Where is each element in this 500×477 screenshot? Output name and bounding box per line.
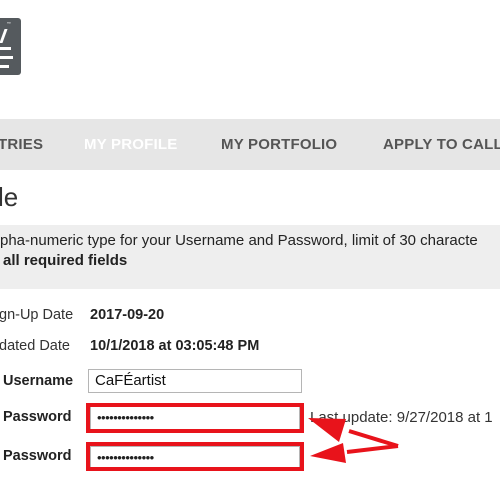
- arrow-head-confirm-icon: [310, 443, 346, 463]
- arrow-head-password-icon: [308, 418, 346, 442]
- arrow-to-password-icon: [348, 429, 399, 448]
- arrow-to-confirm-icon: [346, 444, 399, 454]
- annotation-arrows: [308, 418, 399, 463]
